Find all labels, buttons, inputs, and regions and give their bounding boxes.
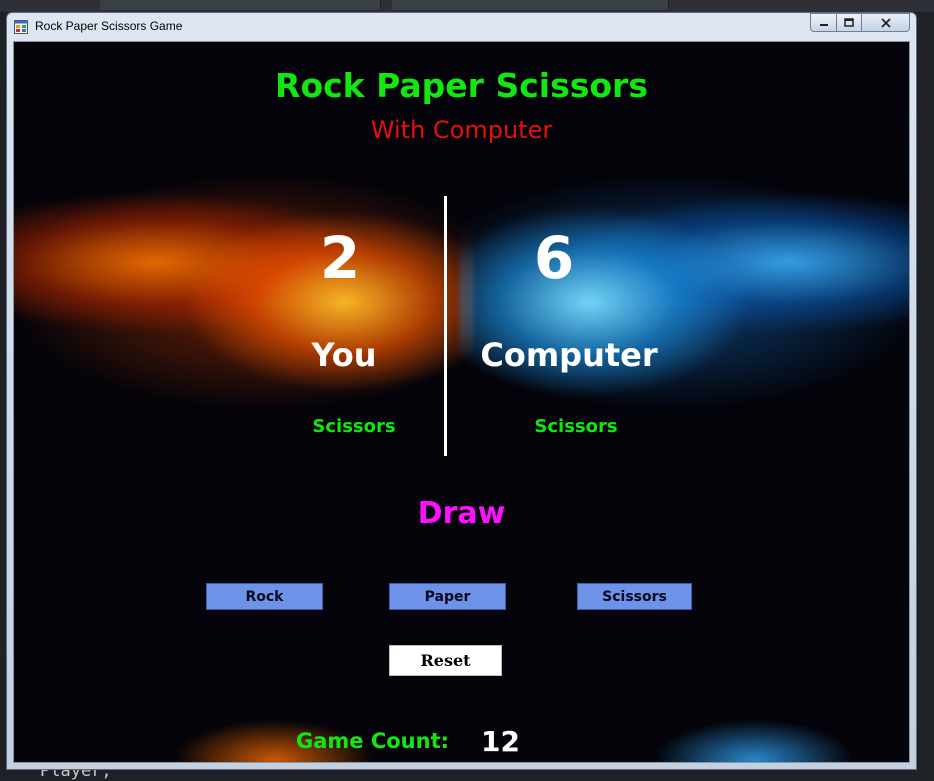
maximize-icon [844, 17, 854, 27]
scissors-button[interactable]: Scissors [577, 583, 692, 610]
round-result: Draw [417, 496, 506, 531]
game-count-value: 12 [481, 725, 520, 758]
computer-label: Computer [480, 336, 658, 374]
game-count-label: Game Count: [296, 729, 450, 753]
player-choice: Scissors [312, 416, 396, 437]
page-subtitle: With Computer [370, 116, 553, 144]
ide-tab[interactable] [392, 0, 669, 10]
game-panel: Rock Paper Scissors With Computer 2 6 Yo… [13, 41, 910, 763]
game-window: Rock Paper Scissors Game Rock Paper Scis… [6, 12, 917, 770]
player-score: 2 [319, 224, 361, 292]
reset-button[interactable]: Reset [389, 645, 502, 676]
close-button[interactable] [862, 13, 910, 32]
fire-fist-background [14, 152, 474, 412]
paper-button[interactable]: Paper [389, 583, 506, 610]
window-title: Rock Paper Scissors Game [35, 19, 183, 33]
ice-decoration [654, 710, 854, 762]
title-bar[interactable]: Rock Paper Scissors Game [7, 13, 916, 41]
minimize-icon [819, 23, 828, 26]
computer-score: 6 [533, 224, 575, 292]
computer-choice: Scissors [534, 416, 618, 437]
player-label: You [311, 336, 377, 374]
app-window-icon [14, 20, 28, 34]
minimize-button[interactable] [810, 13, 837, 32]
ide-tab[interactable] [100, 0, 381, 10]
window-controls [810, 13, 910, 32]
score-divider [444, 196, 447, 456]
page-title: Rock Paper Scissors [275, 66, 648, 105]
close-icon [880, 17, 891, 28]
rock-button[interactable]: Rock [206, 583, 323, 610]
ide-tab-strip [0, 0, 934, 12]
maximize-button[interactable] [837, 13, 862, 32]
